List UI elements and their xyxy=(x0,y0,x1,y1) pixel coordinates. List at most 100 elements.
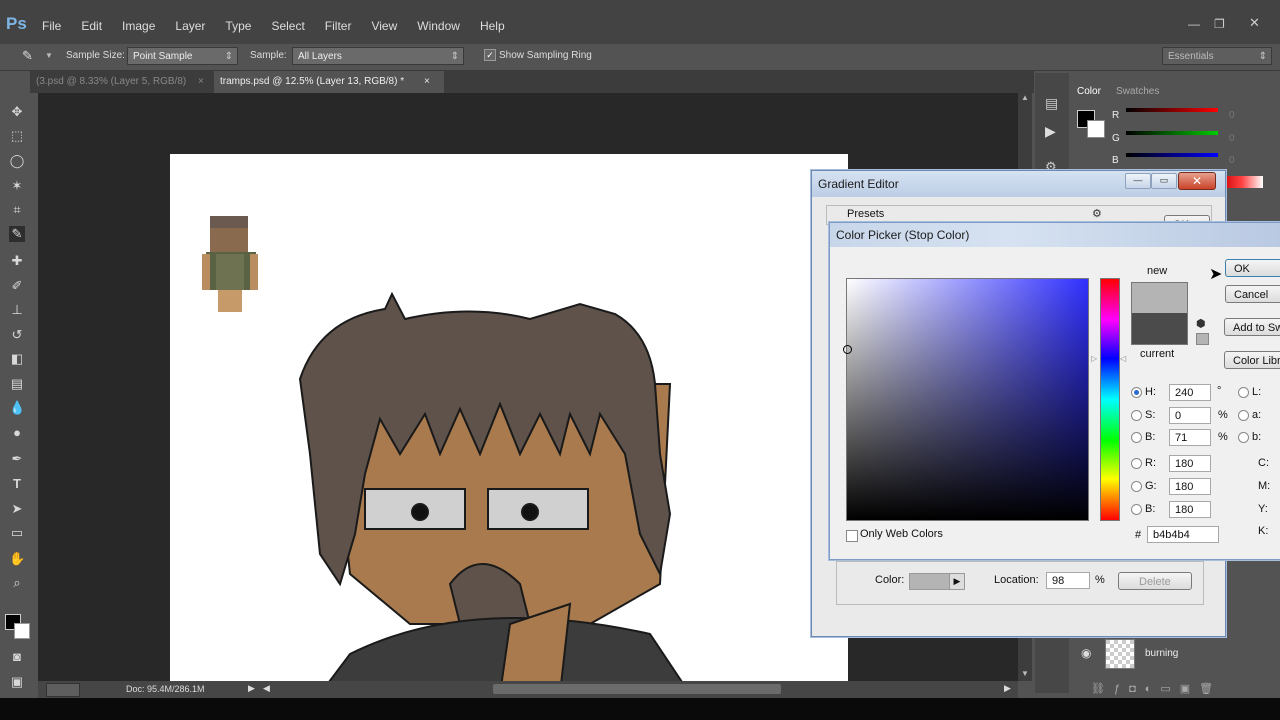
stamp-tool-icon[interactable]: ⊥ xyxy=(9,302,25,318)
quick-mask-icon[interactable]: ◙ xyxy=(9,649,25,665)
close-icon[interactable]: ✕ xyxy=(1249,15,1260,31)
show-ring-checkbox[interactable]: ✓ xyxy=(484,49,496,61)
zoom-tool-icon[interactable]: ⌕ xyxy=(9,575,25,591)
l-radio[interactable] xyxy=(1238,387,1249,398)
menu-layer[interactable]: Layer xyxy=(175,19,205,33)
layer-name[interactable]: burning xyxy=(1145,648,1178,659)
canvas[interactable] xyxy=(170,154,848,681)
tab-swatches[interactable]: Swatches xyxy=(1116,86,1159,97)
b-rgb-radio[interactable] xyxy=(1131,504,1142,515)
marquee-tool-icon[interactable]: ⬚ xyxy=(9,128,25,144)
layer-thumbnail[interactable] xyxy=(1105,639,1135,669)
history-panel-icon[interactable]: ▤ xyxy=(1045,95,1058,112)
menu-file[interactable]: File xyxy=(42,19,61,33)
web-safe-swatch[interactable] xyxy=(1196,333,1209,345)
picker-ok-button[interactable]: OK xyxy=(1225,259,1280,277)
r-input[interactable]: 180 xyxy=(1169,455,1211,472)
scroll-up-icon[interactable]: ▲ xyxy=(1021,93,1029,102)
history-brush-icon[interactable]: ↺ xyxy=(9,327,25,343)
menu-image[interactable]: Image xyxy=(122,19,155,33)
sample-size-select[interactable]: Point Sample ⇕ xyxy=(127,47,238,65)
scroll-left-icon[interactable]: ◀ xyxy=(263,683,270,694)
only-web-colors-checkbox[interactable] xyxy=(846,530,858,542)
delete-stop-button[interactable]: Delete xyxy=(1118,572,1192,590)
hue-slider-left-arrow-icon[interactable]: ▷ xyxy=(1091,354,1097,363)
menu-edit[interactable]: Edit xyxy=(81,19,102,33)
h-input[interactable]: 240 xyxy=(1169,384,1211,401)
b-hsb-radio[interactable] xyxy=(1131,432,1142,443)
hue-slider-right-arrow-icon[interactable]: ◁ xyxy=(1120,354,1126,363)
sample-select[interactable]: All Layers ⇕ xyxy=(292,47,464,65)
location-input[interactable]: 98 xyxy=(1046,572,1090,589)
tab-close-icon[interactable]: × xyxy=(424,71,430,93)
screen-mode-icon[interactable]: ▣ xyxy=(9,674,25,690)
zoom-field[interactable] xyxy=(46,683,80,697)
lasso-tool-icon[interactable]: ◯ xyxy=(9,153,25,169)
b-rgb-input[interactable]: 180 xyxy=(1169,501,1211,518)
move-tool-icon[interactable]: ✥ xyxy=(9,104,25,120)
menu-view[interactable]: View xyxy=(371,19,397,33)
horizontal-scroll-thumb[interactable] xyxy=(493,684,781,694)
a-radio[interactable] xyxy=(1238,410,1249,421)
s-input[interactable]: 0 xyxy=(1169,407,1211,424)
color-picker-titlebar[interactable]: Color Picker (Stop Color) xyxy=(830,223,1280,247)
current-color-swatch[interactable] xyxy=(1131,313,1188,345)
stop-color-arrow-icon[interactable]: ▶ xyxy=(949,573,965,590)
stop-color-swatch[interactable] xyxy=(909,573,951,590)
crop-tool-icon[interactable]: ⌗ xyxy=(9,202,25,218)
eraser-tool-icon[interactable]: ◧ xyxy=(9,351,25,367)
eyedropper-icon[interactable]: ✎ xyxy=(22,48,33,64)
gradient-tool-icon[interactable]: ▤ xyxy=(9,376,25,392)
minimize-icon[interactable]: — xyxy=(1125,173,1151,189)
maximize-icon[interactable]: ▭ xyxy=(1151,173,1177,189)
h-radio[interactable] xyxy=(1131,387,1142,398)
dodge-tool-icon[interactable]: ● xyxy=(9,425,25,441)
close-icon[interactable]: ✕ xyxy=(1178,172,1216,190)
b-value[interactable]: 0 xyxy=(1229,155,1235,166)
g-input[interactable]: 180 xyxy=(1169,478,1211,495)
magic-wand-tool-icon[interactable]: ✶ xyxy=(9,178,25,194)
color-spectrum-bar[interactable] xyxy=(1221,176,1263,188)
chevron-down-icon[interactable]: ▼ xyxy=(45,51,53,60)
status-arrow-icon[interactable]: ▶ xyxy=(248,683,255,694)
menu-help[interactable]: Help xyxy=(480,19,505,33)
gamut-cube-icon[interactable]: ⬢ xyxy=(1196,317,1206,330)
restore-icon[interactable]: ❐ xyxy=(1214,17,1225,31)
gradient-editor-titlebar[interactable]: Gradient Editor — ▭ ✕ xyxy=(812,171,1225,197)
g-slider[interactable] xyxy=(1126,131,1218,135)
saturation-brightness-field[interactable] xyxy=(843,278,1089,521)
hex-input[interactable]: b4b4b4 xyxy=(1147,526,1219,543)
minimize-icon[interactable]: — xyxy=(1188,17,1200,31)
shape-tool-icon[interactable]: ▭ xyxy=(9,525,25,541)
tab-doc-1[interactable]: (3.psd @ 8.33% (Layer 5, RGB/8) × xyxy=(30,71,218,93)
menu-window[interactable]: Window xyxy=(417,19,460,33)
brush-tool-icon[interactable]: ✐ xyxy=(9,278,25,294)
menu-filter[interactable]: Filter xyxy=(325,19,352,33)
eyedropper-tool-icon[interactable]: ✎ xyxy=(9,226,25,242)
path-select-tool-icon[interactable]: ➤ xyxy=(9,501,25,517)
hue-slider[interactable] xyxy=(1100,278,1120,521)
tab-color[interactable]: Color xyxy=(1077,86,1101,97)
hand-tool-icon[interactable]: ✋ xyxy=(9,551,25,567)
menu-select[interactable]: Select xyxy=(271,19,304,33)
healing-tool-icon[interactable]: ✚ xyxy=(9,253,25,269)
b-slider[interactable] xyxy=(1126,153,1218,157)
layer-actions-icons[interactable]: ⛓ƒ◘◐▭▣🗑 xyxy=(1091,682,1222,695)
tab-close-icon[interactable]: × xyxy=(198,71,204,93)
scroll-right-icon[interactable]: ▶ xyxy=(1004,683,1011,694)
actions-play-icon[interactable]: ▶ xyxy=(1045,123,1056,140)
bg-swatch[interactable] xyxy=(1087,120,1105,138)
color-libraries-button[interactable]: Color Libraries xyxy=(1224,351,1280,369)
visibility-eye-icon[interactable]: ◉ xyxy=(1081,646,1091,660)
tab-doc-2[interactable]: tramps.psd @ 12.5% (Layer 13, RGB/8) * × xyxy=(214,71,444,93)
scroll-down-icon[interactable]: ▼ xyxy=(1021,669,1029,678)
r-value[interactable]: 0 xyxy=(1229,110,1235,121)
g-radio[interactable] xyxy=(1131,481,1142,492)
r-radio[interactable] xyxy=(1131,458,1142,469)
blur-tool-icon[interactable]: 💧 xyxy=(9,400,25,416)
menu-type[interactable]: Type xyxy=(225,19,251,33)
g-value[interactable]: 0 xyxy=(1229,133,1235,144)
workspace-select[interactable]: Essentials ⇕ xyxy=(1162,47,1272,65)
background-color-swatch[interactable] xyxy=(14,623,30,639)
b-lab-radio[interactable] xyxy=(1238,432,1249,443)
